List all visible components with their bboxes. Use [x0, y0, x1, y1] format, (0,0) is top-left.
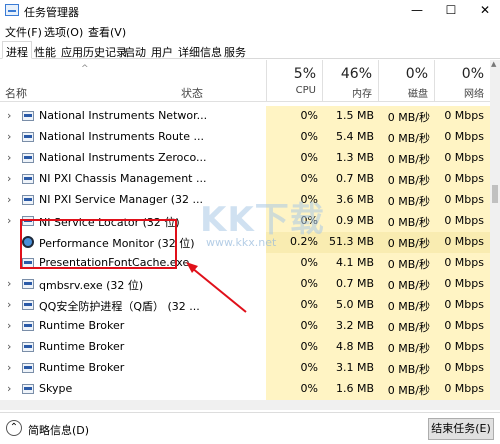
fewer-details-link[interactable]: 简略信息(D)	[28, 422, 89, 438]
watermark-url: www.kkx.net	[206, 236, 277, 249]
collapse-icon[interactable]: ⌃	[6, 420, 22, 436]
footer: ⌃ 简略信息(D) 结束任务(E)	[0, 412, 500, 444]
end-task-button[interactable]: 结束任务(E)	[428, 418, 494, 440]
watermark-text: KK下载	[200, 200, 325, 240]
watermark: KK下载 www.kkx.net	[200, 192, 330, 252]
